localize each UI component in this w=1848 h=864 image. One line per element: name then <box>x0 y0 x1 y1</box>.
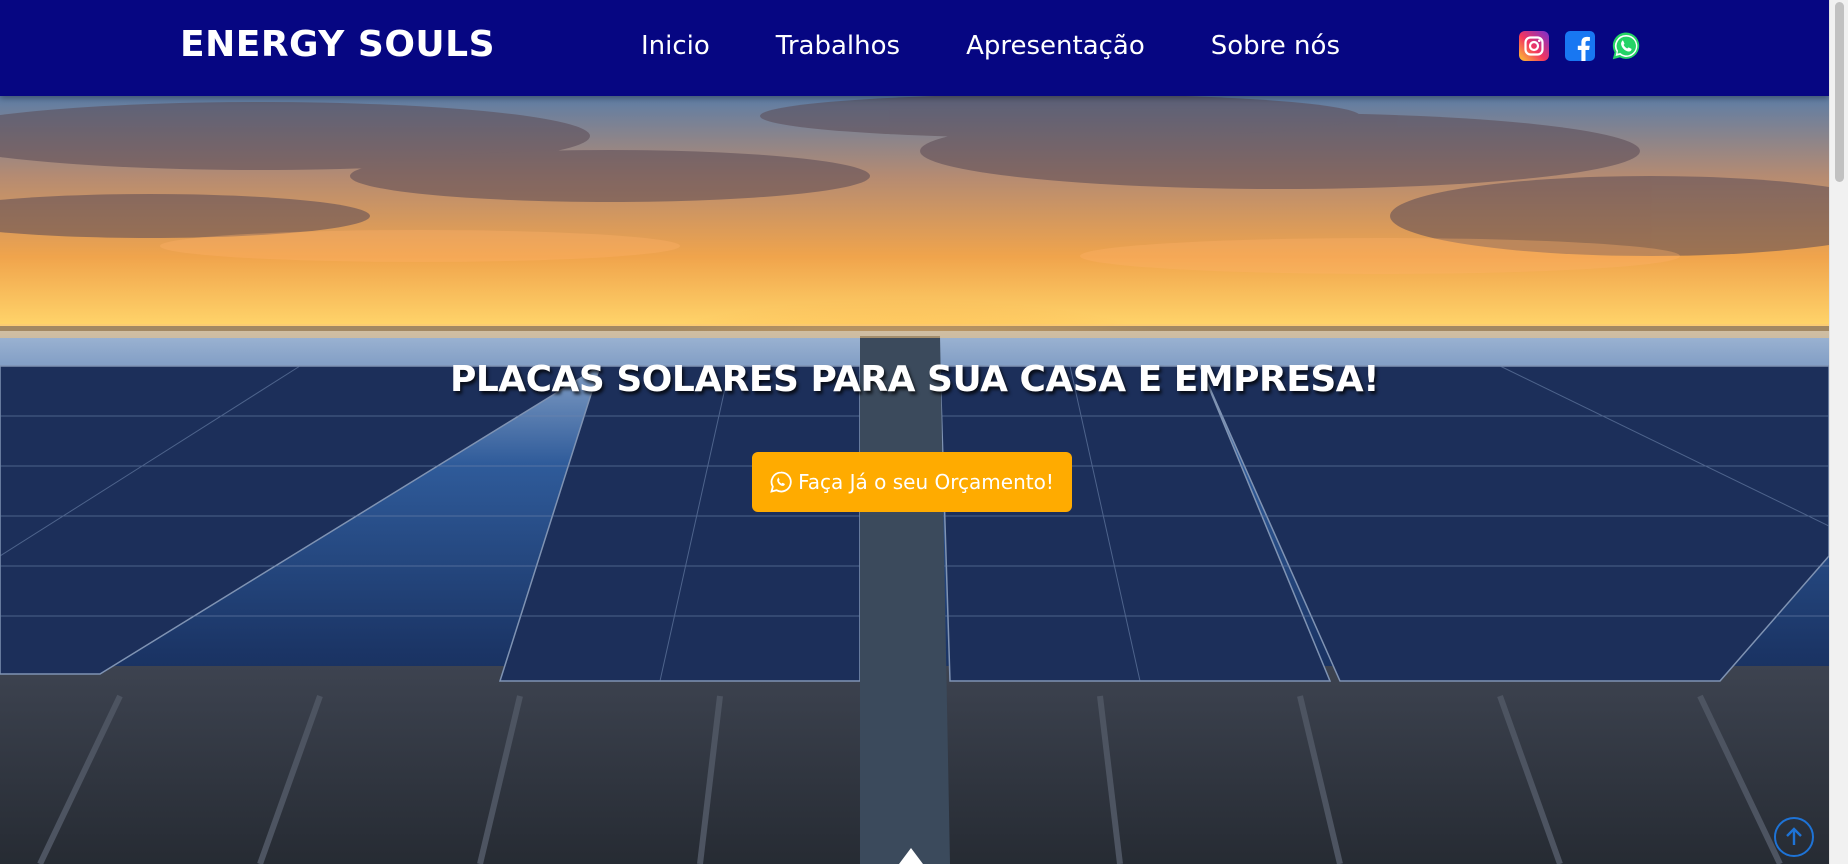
quote-cta-button[interactable]: Faça Já o seu Orçamento! <box>752 452 1072 512</box>
scrollbar-thumb[interactable] <box>1835 2 1844 182</box>
instagram-icon[interactable] <box>1519 31 1549 61</box>
whatsapp-icon[interactable] <box>1611 31 1641 61</box>
scroll-down-indicator[interactable] <box>899 848 923 864</box>
nav-link-inicio[interactable]: Inicio <box>641 28 710 64</box>
nav-link-trabalhos[interactable]: Trabalhos <box>776 28 900 64</box>
hero-title: PLACAS SOLARES PARA SUA CASA E EMPRESA! <box>449 359 1380 400</box>
main-nav: Inicio Trabalhos Apresentação Sobre nós <box>641 28 1340 64</box>
nav-link-apresentacao[interactable]: Apresentação <box>966 28 1145 64</box>
social-links <box>1519 31 1641 61</box>
nav-link-sobre-nos[interactable]: Sobre nós <box>1211 28 1340 64</box>
quote-cta-label: Faça Já o seu Orçamento! <box>798 470 1054 494</box>
facebook-icon[interactable] <box>1565 31 1595 61</box>
whatsapp-icon <box>770 471 792 493</box>
page-scrollbar[interactable] <box>1829 0 1848 864</box>
page: ENERGY SOULS Inicio Trabalhos Apresentaç… <box>0 0 1829 864</box>
back-to-top-button[interactable] <box>1774 817 1814 857</box>
navbar: ENERGY SOULS Inicio Trabalhos Apresentaç… <box>0 0 1829 96</box>
arrow-up-icon <box>1786 827 1802 845</box>
hero-section: PLACAS SOLARES PARA SUA CASA E EMPRESA! … <box>0 96 1829 864</box>
brand-logo[interactable]: ENERGY SOULS <box>180 22 495 68</box>
